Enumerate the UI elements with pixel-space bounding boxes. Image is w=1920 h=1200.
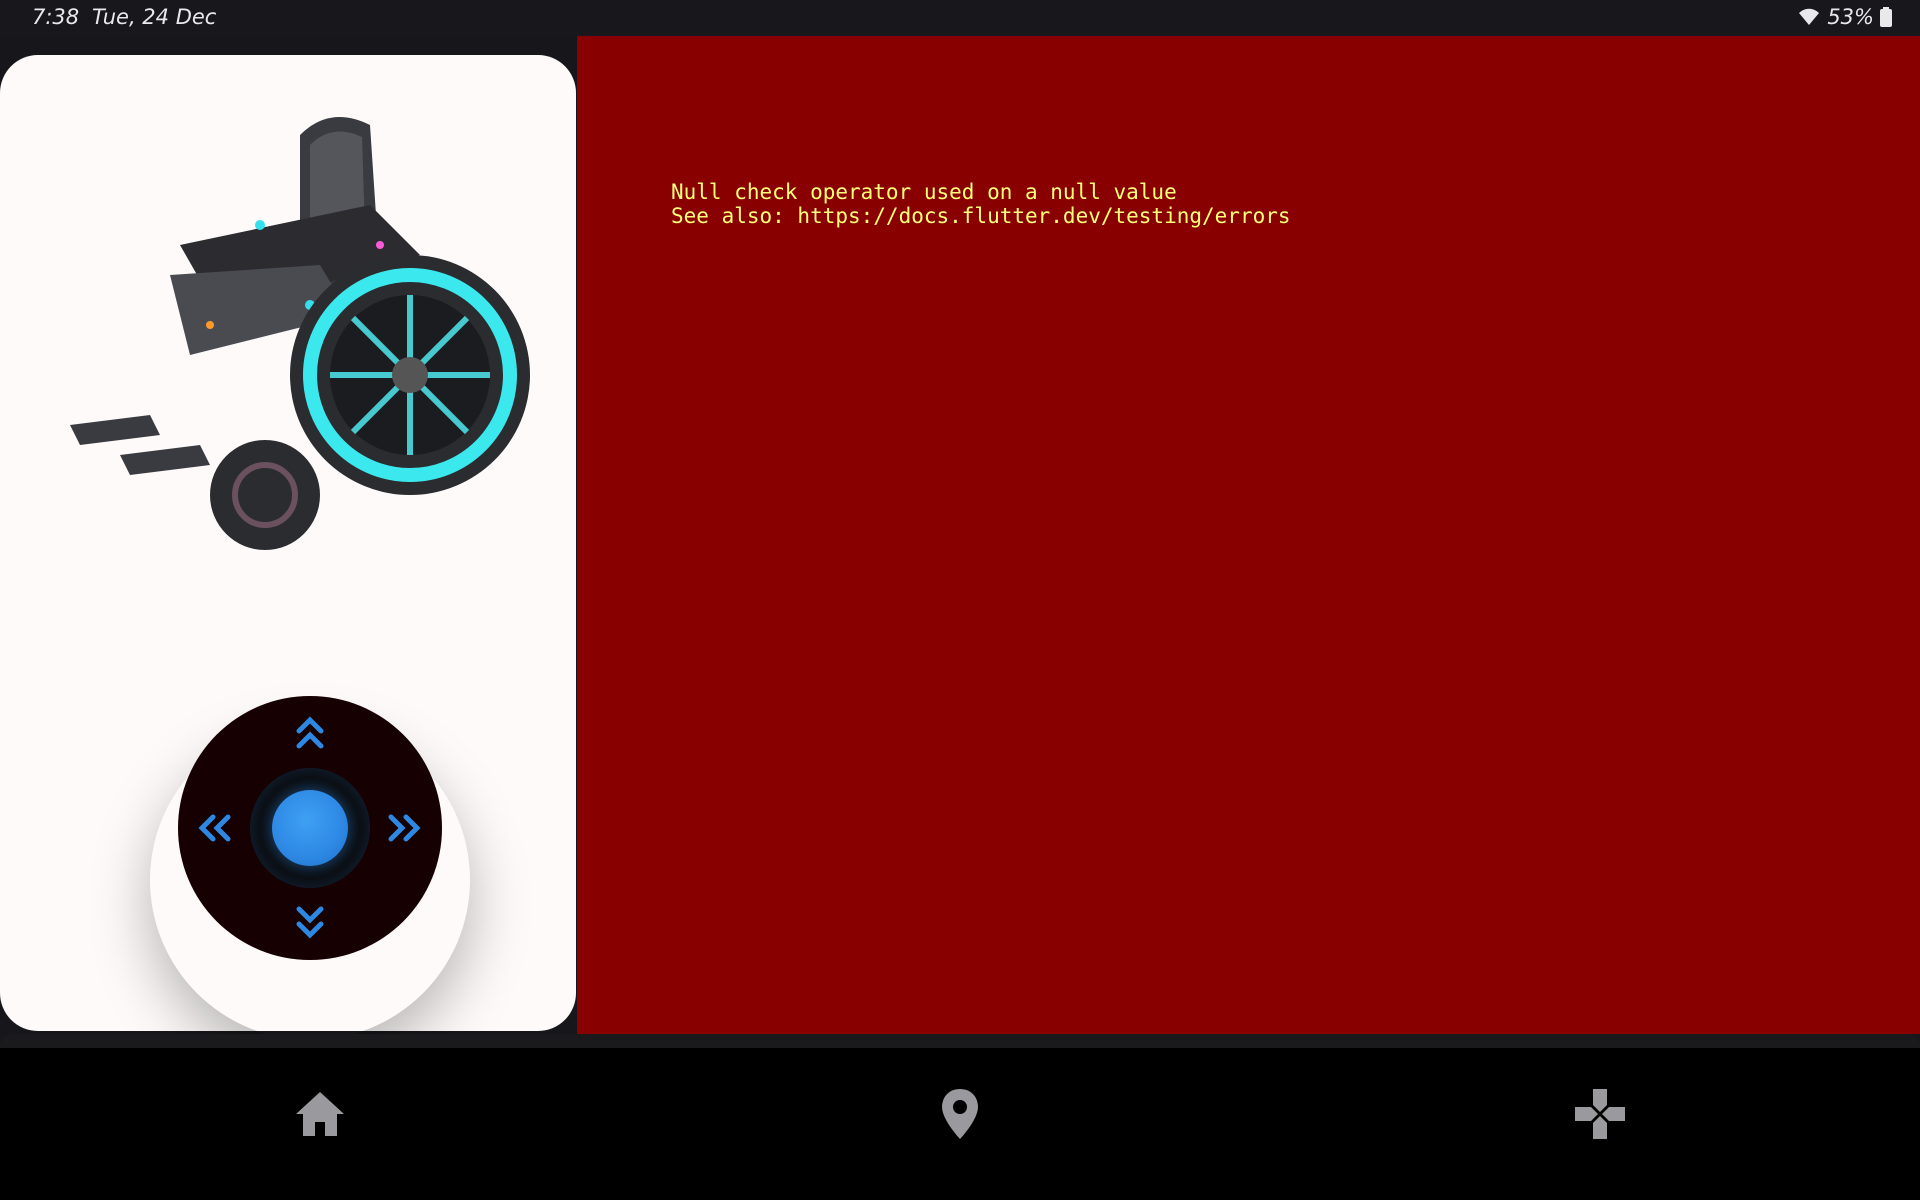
battery-percentage: 53% <box>1827 5 1874 29</box>
bottom-navigation <box>0 1048 1920 1200</box>
nav-home-button[interactable] <box>288 1084 352 1148</box>
status-bar: 7:38 Tue, 24 Dec 53% <box>0 0 1920 36</box>
location-pin-icon <box>940 1087 980 1146</box>
double-chevron-down-icon[interactable] <box>296 904 324 945</box>
status-indicators: 53% <box>1797 5 1892 29</box>
status-date: Tue, 24 Dec <box>92 5 217 29</box>
error-panel: Null check operator used on a null value… <box>577 36 1920 1034</box>
battery-icon <box>1880 7 1892 27</box>
error-message: Null check operator used on a null value… <box>671 180 1291 228</box>
wheelchair-image <box>70 75 530 555</box>
gamepad-icon <box>1573 1087 1627 1146</box>
error-line-1: Null check operator used on a null value <box>671 180 1177 204</box>
double-chevron-left-icon[interactable] <box>197 814 233 847</box>
joystick-knob[interactable] <box>272 790 348 866</box>
double-chevron-right-icon[interactable] <box>386 814 422 847</box>
home-icon <box>294 1090 346 1143</box>
nav-location-button[interactable] <box>928 1084 992 1148</box>
error-line-2: See also: https://docs.flutter.dev/testi… <box>671 204 1291 228</box>
double-chevron-up-icon[interactable] <box>296 715 324 756</box>
status-time: 7:38 <box>32 5 80 29</box>
wifi-icon <box>1797 7 1821 27</box>
nav-gamepad-button[interactable] <box>1568 1084 1632 1148</box>
